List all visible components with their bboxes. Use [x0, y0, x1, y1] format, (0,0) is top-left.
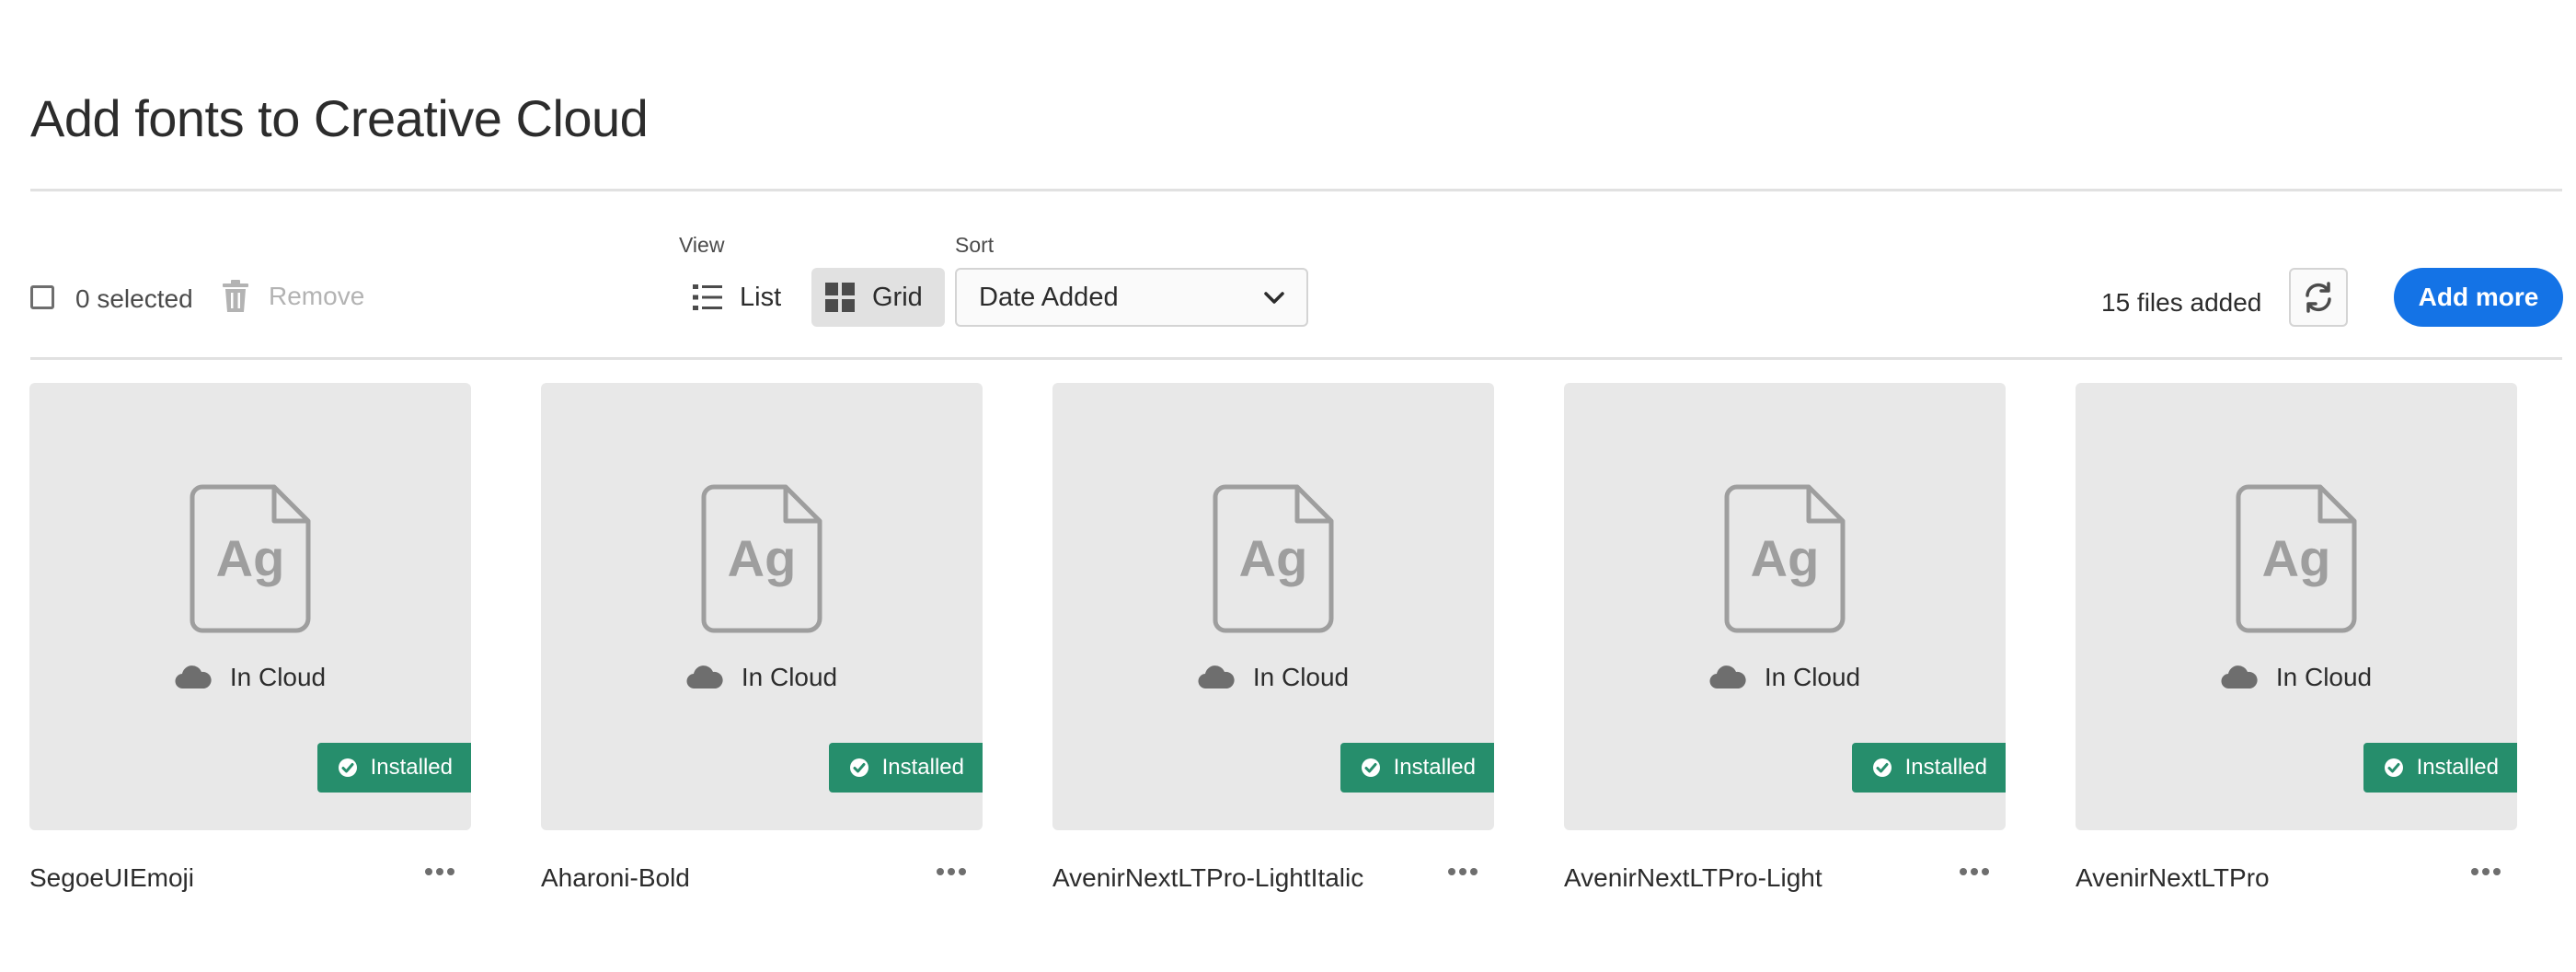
remove-label: Remove [269, 282, 365, 310]
installed-label: Installed [370, 755, 453, 780]
chevron-down-icon [1264, 292, 1284, 304]
card-footer: AvenirNextLTPro [2076, 850, 2517, 906]
cloud-status: In Cloud [1564, 663, 2006, 692]
title-divider [30, 189, 2562, 191]
installed-label: Installed [881, 755, 964, 780]
font-name: Aharoni-Bold [541, 863, 690, 892]
cloud-icon [1709, 665, 1746, 689]
installed-label: Installed [2416, 755, 2499, 780]
cloud-icon [2221, 665, 2258, 689]
card-footer: AvenirNextLTPro-LightItalic [1052, 850, 1494, 906]
add-more-button[interactable]: Add more [2394, 268, 2563, 327]
installed-badge: Installed [1340, 743, 1494, 793]
font-card[interactable]: Ag In Cloud Installed AvenirNextLTPro-Li… [1052, 383, 1494, 906]
refresh-button[interactable] [2289, 268, 2348, 327]
svg-text:Ag: Ag [1751, 529, 1820, 587]
more-options-button[interactable] [1956, 858, 1993, 885]
svg-text:Ag: Ag [216, 529, 285, 587]
font-name: AvenirNextLTPro [2076, 863, 2270, 892]
cloud-status: In Cloud [541, 663, 983, 692]
card-footer: Aharoni-Bold [541, 850, 983, 906]
sort-dropdown[interactable]: Date Added [955, 268, 1308, 327]
font-thumbnail[interactable]: Ag In Cloud Installed [1564, 383, 2006, 830]
font-thumbnail[interactable]: Ag In Cloud Installed [29, 383, 471, 830]
installed-label: Installed [1393, 755, 1476, 780]
more-icon [937, 868, 966, 875]
cloud-status: In Cloud [1052, 663, 1494, 692]
font-file-icon: Ag [1724, 484, 1846, 633]
refresh-icon [2306, 282, 2331, 313]
grid-view-icon [825, 283, 855, 312]
view-label: View [679, 233, 725, 257]
font-card[interactable]: Ag In Cloud Installed Aharoni-Bold [541, 383, 983, 906]
installed-badge: Installed [1851, 743, 2006, 793]
checkmark-circle-icon [1361, 758, 1380, 777]
svg-text:Ag: Ag [1239, 529, 1308, 587]
list-view-label: List [740, 282, 782, 312]
more-options-button[interactable] [933, 858, 970, 885]
checkmark-circle-icon [1872, 758, 1892, 777]
installed-badge: Installed [2363, 743, 2517, 793]
more-icon [425, 868, 454, 875]
installed-label: Installed [1904, 755, 1987, 780]
cloud-icon [175, 665, 212, 689]
more-options-button[interactable] [2467, 858, 2504, 885]
cloud-icon [1198, 665, 1235, 689]
font-thumbnail[interactable]: Ag In Cloud Installed [541, 383, 983, 830]
cloud-status-label: In Cloud [1764, 663, 1861, 691]
list-view-icon [693, 284, 722, 310]
card-footer: SegoeUIEmoji [29, 850, 471, 906]
font-name: SegoeUIEmoji [29, 863, 194, 892]
svg-text:Ag: Ag [728, 529, 797, 587]
cloud-status: In Cloud [2076, 663, 2517, 692]
more-options-button[interactable] [421, 858, 458, 885]
cloud-status-label: In Cloud [1252, 663, 1350, 691]
add-fonts-page: Add fonts to Creative Cloud 0 selected R… [0, 0, 2576, 972]
checkmark-circle-icon [2384, 758, 2403, 777]
cloud-status-label: In Cloud [741, 663, 838, 691]
more-icon [1448, 868, 1478, 875]
trash-icon [223, 280, 248, 312]
font-thumbnail[interactable]: Ag In Cloud Installed [1052, 383, 1494, 830]
checkmark-circle-icon [338, 758, 357, 777]
files-count: 15 files added [2101, 288, 2262, 317]
font-file-icon: Ag [2236, 484, 2357, 633]
cloud-status-label: In Cloud [2275, 663, 2373, 691]
select-all-checkbox[interactable] [30, 285, 54, 309]
font-file-icon: Ag [1213, 484, 1334, 633]
font-name: AvenirNextLTPro-LightItalic [1052, 863, 1364, 892]
installed-badge: Installed [316, 743, 471, 793]
font-grid: Ag In Cloud Installed SegoeUIEmoji Ag In… [29, 383, 2517, 906]
sort-value: Date Added [979, 282, 1119, 312]
page-title: Add fonts to Creative Cloud [30, 89, 649, 147]
toolbar-divider [30, 357, 2562, 360]
font-name: AvenirNextLTPro-Light [1564, 863, 1823, 892]
more-icon [1960, 868, 1989, 875]
svg-text:Ag: Ag [2262, 529, 2331, 587]
font-card[interactable]: Ag In Cloud Installed AvenirNextLTPro [2076, 383, 2517, 906]
selected-count: 0 selected [75, 284, 193, 313]
cloud-status-label: In Cloud [229, 663, 327, 691]
font-file-icon: Ag [190, 484, 311, 633]
font-file-icon: Ag [701, 484, 822, 633]
installed-badge: Installed [828, 743, 983, 793]
checkmark-circle-icon [849, 758, 868, 777]
grid-view-button[interactable]: Grid [811, 268, 945, 327]
sort-label: Sort [955, 233, 995, 257]
list-view-button[interactable]: List [679, 268, 803, 327]
more-options-button[interactable] [1444, 858, 1481, 885]
more-icon [2471, 868, 2501, 875]
card-footer: AvenirNextLTPro-Light [1564, 850, 2006, 906]
font-thumbnail[interactable]: Ag In Cloud Installed [2076, 383, 2517, 830]
font-card[interactable]: Ag In Cloud Installed SegoeUIEmoji [29, 383, 471, 906]
font-card[interactable]: Ag In Cloud Installed AvenirNextLTPro-Li… [1564, 383, 2006, 906]
grid-view-label: Grid [872, 282, 923, 312]
cloud-icon [686, 665, 723, 689]
remove-button[interactable]: Remove [221, 276, 364, 317]
cloud-status: In Cloud [29, 663, 471, 692]
